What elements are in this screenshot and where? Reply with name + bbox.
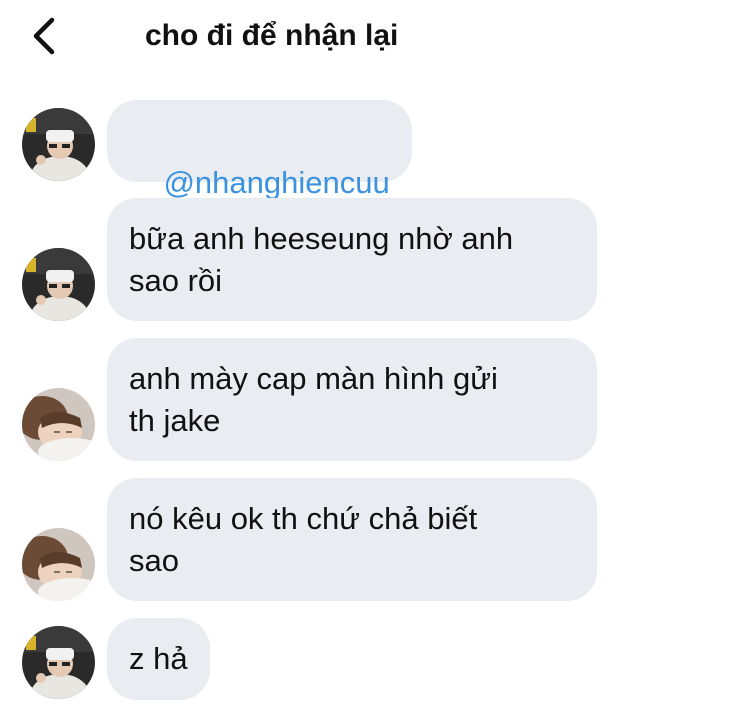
user-a-avatar-icon — [22, 626, 95, 699]
message-row: anh mày cap màn hình gửi th jake — [0, 338, 749, 461]
message-row: z hả — [0, 618, 749, 700]
message-row: @nhanghiencuu — [0, 100, 749, 200]
user-a-avatar-icon — [22, 108, 95, 181]
message-row: nó kêu ok th chứ chả biết sao — [0, 478, 749, 601]
user-b-avatar-icon — [22, 388, 95, 461]
avatar[interactable] — [22, 626, 95, 699]
chevron-left-icon — [33, 17, 55, 55]
avatar[interactable] — [22, 528, 95, 601]
chat-title: cho đi để nhận lại — [145, 19, 399, 52]
avatar[interactable] — [22, 108, 95, 181]
user-b-avatar-icon — [22, 528, 95, 601]
message-bubble[interactable]: z hả — [107, 618, 210, 700]
avatar[interactable] — [22, 388, 95, 461]
message-bubble[interactable]: anh mày cap màn hình gửi th jake — [107, 338, 597, 461]
back-button[interactable] — [28, 14, 60, 58]
chat-header: cho đi để nhận lại — [0, 0, 749, 72]
message-bubble[interactable]: bữa anh heeseung nhờ anh sao rồi — [107, 198, 597, 321]
user-mention[interactable]: @nhanghiencuu — [163, 165, 389, 200]
message-row: bữa anh heeseung nhờ anh sao rồi — [0, 198, 749, 321]
user-a-avatar-icon — [22, 248, 95, 321]
avatar[interactable] — [22, 248, 95, 321]
message-bubble[interactable]: nó kêu ok th chứ chả biết sao — [107, 478, 597, 601]
message-bubble[interactable]: @nhanghiencuu — [107, 100, 412, 200]
